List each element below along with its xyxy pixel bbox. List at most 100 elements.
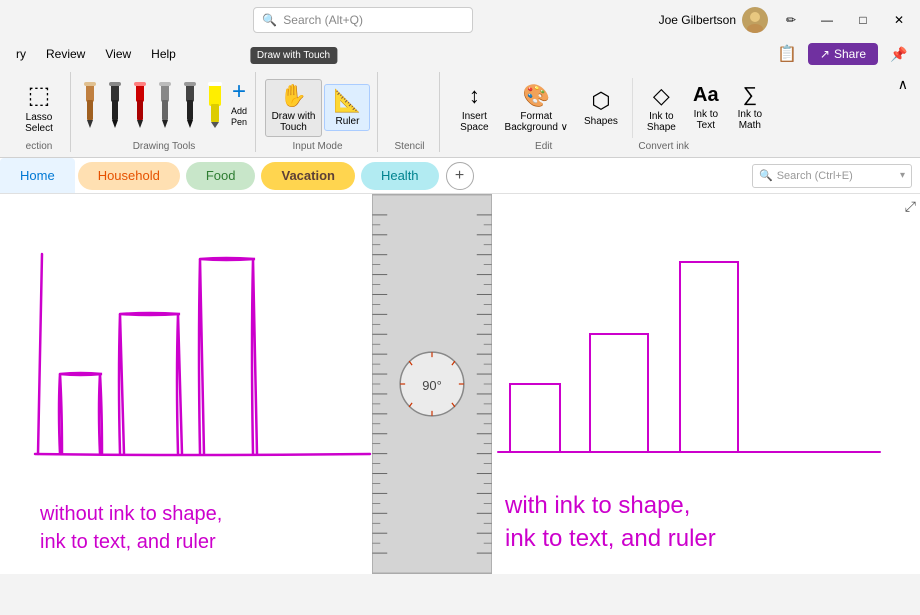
draw-touch-tooltip: Draw with Touch [250,47,337,64]
title-bar-right: Joe Gilbertson ✏ — □ ✕ [659,7,912,33]
canvas-area: ⤢ without ink to shape, [0,194,920,574]
close-button[interactable]: ✕ [886,7,912,33]
tab-search-placeholder: Search (Ctrl+E) [777,170,853,182]
pen-button[interactable]: ✏ [778,7,804,33]
ruler-icon: 📐 [334,88,361,114]
tabs-search-area: 🔍 Search (Ctrl+E) ▾ [752,164,912,188]
svg-text:90°: 90° [422,378,442,393]
ribbon-group-edit: ↕ InsertSpace 🎨 FormatBackground ∨ ⬡ Sha… [442,72,782,152]
menu-item-view[interactable]: View [97,45,139,63]
shapes-icon: ⬡ [591,88,610,114]
title-bar: 🔍 Search (Alt+Q) Joe Gilbertson ✏ — □ ✕ [0,0,920,40]
lasso-icon: ⬚ [28,81,51,110]
ruler-label: Ruler [336,116,360,127]
tab-home-label: Home [20,168,55,183]
user-info: Joe Gilbertson [659,7,768,33]
ribbon-group-input-mode: ✋ Draw withTouch Draw with Touch 📐 Ruler… [258,72,378,152]
menu-item-ry[interactable]: ry [8,45,34,63]
pen-tool-3[interactable] [129,80,151,130]
tab-food[interactable]: Food [186,162,256,190]
collapse-ribbon-button[interactable]: ∧ [894,72,912,97]
ink-shape-icon: ◇ [653,83,670,109]
tab-search-dropdown[interactable]: ▾ [900,170,905,181]
format-background-button[interactable]: 🎨 FormatBackground ∨ [499,80,574,136]
menu-item-help[interactable]: Help [143,45,184,63]
tab-household[interactable]: Household [78,162,180,190]
insert-space-icon: ↕ [469,83,480,109]
menu-bar: ry Review View Help 📋 ↗ Share 📌 [0,40,920,68]
share-icon: ↗ [820,47,830,61]
expand-button[interactable]: ⤢ [905,198,916,215]
ink-math-label: Ink toMath [738,109,762,131]
maximize-button[interactable]: □ [850,7,876,33]
tabs-bar: Home Household Food Vacation Health + 🔍 … [0,158,920,194]
lasso-select-button[interactable]: ⬚ LassoSelect [14,77,64,138]
tab-household-label: Household [98,168,160,183]
format-bg-label: FormatBackground ∨ [505,111,568,133]
tab-search-icon: 🔍 [759,169,773,182]
stencil-label: Stencil [395,141,425,152]
ruler[interactable]: 90° [372,194,492,574]
format-bg-icon: 🎨 [523,83,550,109]
draw-with-touch-button[interactable]: ✋ Draw withTouch [265,79,323,137]
selection-group-label: ection [26,141,53,152]
add-pen-button[interactable]: + AddPen [229,76,249,130]
ink-to-shape-button[interactable]: ◇ Ink toShape [641,80,682,136]
ribbon-group-stencil: Stencil [380,72,440,152]
ribbon-pin-button[interactable]: 📌 [886,41,912,67]
right-annotation: with ink to shape, ink to text, and rule… [505,489,716,556]
insert-space-button[interactable]: ↕ InsertSpace [454,80,494,136]
share-label: Share [834,47,866,61]
pen-tool-5[interactable] [179,80,201,130]
menu-item-review[interactable]: Review [38,45,93,63]
tab-vacation[interactable]: Vacation [261,162,354,190]
minimize-button[interactable]: — [814,7,840,33]
share-button[interactable]: ↗ Share [808,43,878,65]
ink-shape-label: Ink toShape [647,111,676,133]
tab-vacation-label: Vacation [281,168,334,183]
drawing-tools-label: Drawing Tools [133,141,196,152]
title-search-box[interactable]: 🔍 Search (Alt+Q) [253,7,473,33]
avatar [742,7,768,33]
left-annotation: without ink to shape, ink to text, and r… [40,500,222,556]
notes-button[interactable]: 📋 [774,41,800,67]
pen-tool-1[interactable] [79,80,101,130]
search-icon: 🔍 [262,13,277,27]
ribbon-buttons-edit: ↕ InsertSpace 🎨 FormatBackground ∨ ⬡ Sha… [454,72,770,139]
left-annotation-line2: ink to text, and ruler [40,528,222,556]
tab-health-label: Health [381,168,419,183]
ruler-svg: 90° [372,195,492,573]
right-annotation-line2: ink to text, and ruler [505,522,716,556]
left-annotation-line1: without ink to shape, [40,500,222,528]
tab-health[interactable]: Health [361,162,439,190]
title-bar-search-area: 🔍 Search (Alt+Q) [68,7,659,33]
ribbon-separator-1 [632,78,633,138]
ribbon-group-selection: ⬚ LassoSelect ection [8,72,71,152]
user-name: Joe Gilbertson [659,13,736,27]
shapes-button[interactable]: ⬡ Shapes [578,85,624,130]
ribbon-group-drawing-tools: + AddPen Drawing Tools [73,72,256,152]
ink-text-label: Ink toText [694,109,718,131]
ink-math-icon: ∑ [743,84,757,107]
pen-tools: + AddPen [79,72,249,130]
right-annotation-line1: with ink to shape, [505,489,716,523]
ribbon: ⬚ LassoSelect ection [0,68,920,158]
tab-search-box[interactable]: 🔍 Search (Ctrl+E) ▾ [752,164,912,188]
ink-to-text-button[interactable]: Aa Ink toText [686,81,726,134]
pen-tool-highlighter[interactable] [204,80,226,130]
ribbon-buttons-selection: ⬚ LassoSelect [14,72,64,139]
shapes-label: Shapes [584,116,618,127]
insert-space-label: InsertSpace [460,111,488,133]
ink-to-math-button[interactable]: ∑ Ink toMath [730,81,770,134]
pen-tool-2[interactable] [104,80,126,130]
ink-text-icon: Aa [693,84,719,107]
add-tab-button[interactable]: + [446,162,474,190]
lasso-label: LassoSelect [25,112,53,134]
ruler-button[interactable]: 📐 Ruler [324,84,370,131]
edit-label: Edit Convert ink [535,141,689,152]
pen-tool-4[interactable] [154,80,176,130]
tab-home[interactable]: Home [0,158,75,193]
search-placeholder-text: Search (Alt+Q) [283,13,363,27]
draw-touch-label: Draw withTouch [272,111,316,133]
ribbon-buttons-input: ✋ Draw withTouch Draw with Touch 📐 Ruler [265,72,371,139]
